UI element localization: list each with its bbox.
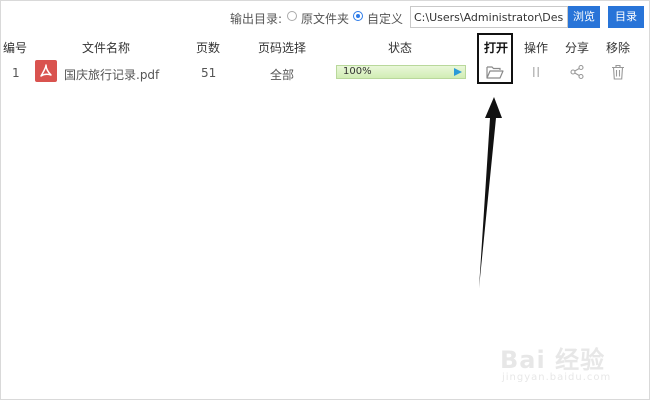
watermark-logo: Bai 经验 bbox=[500, 346, 606, 374]
watermark-url: jingyan.baidu.com bbox=[502, 372, 612, 383]
watermark: Bai 经验 jingyan.baidu.com bbox=[500, 340, 640, 390]
